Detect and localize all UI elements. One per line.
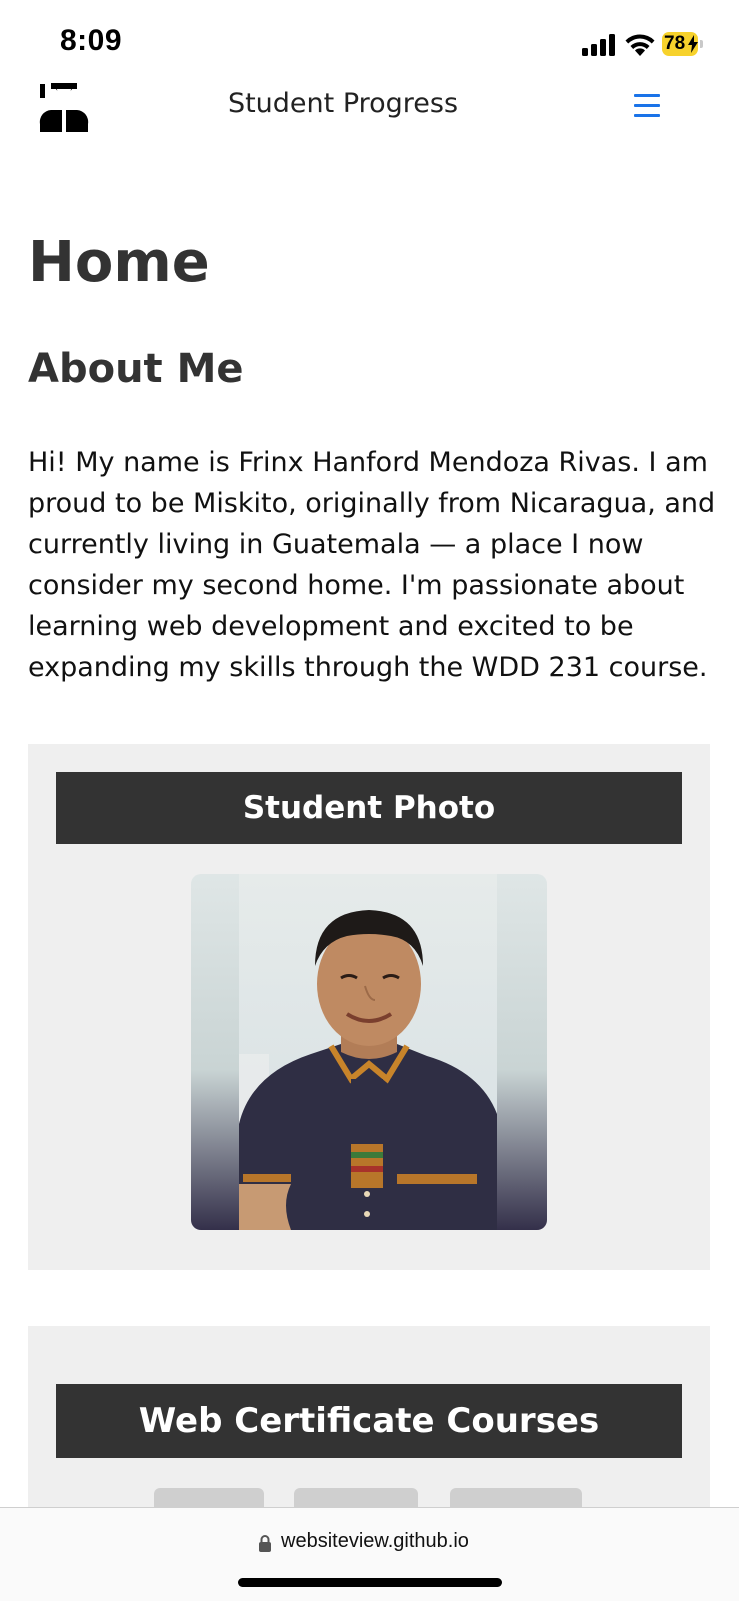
web-certificate-courses-card: Web Certificate Courses — [28, 1326, 710, 1528]
lock-icon — [259, 1535, 271, 1552]
status-time: 8:09 — [60, 24, 123, 57]
student-photo — [191, 874, 547, 1230]
url-text[interactable]: websiteview.github.io — [281, 1530, 469, 1553]
site-title: Student Progress — [227, 88, 459, 119]
signal-icon — [582, 34, 616, 56]
battery-level: 78 — [664, 33, 686, 54]
status-bar: 8:09 78 — [0, 0, 739, 80]
student-photo-heading: Student Photo — [56, 772, 682, 844]
battery-charging-icon: 78 — [662, 32, 703, 56]
site-header: Student Progress — [0, 80, 739, 140]
charging-bolt-icon — [688, 35, 698, 53]
page-title: Home — [28, 230, 210, 295]
hamburger-menu-icon[interactable] — [634, 94, 660, 118]
wifi-icon — [625, 34, 655, 56]
browser-address-bar[interactable]: websiteview.github.io — [0, 1507, 739, 1601]
about-heading: About Me — [28, 346, 244, 392]
student-logo-icon[interactable] — [38, 80, 90, 132]
student-photo-card: Student Photo — [28, 744, 710, 1270]
home-indicator[interactable] — [238, 1578, 502, 1587]
courses-heading: Web Certificate Courses — [56, 1384, 682, 1458]
about-text: Hi! My name is Frinx Hanford Mendoza Riv… — [28, 447, 716, 683]
